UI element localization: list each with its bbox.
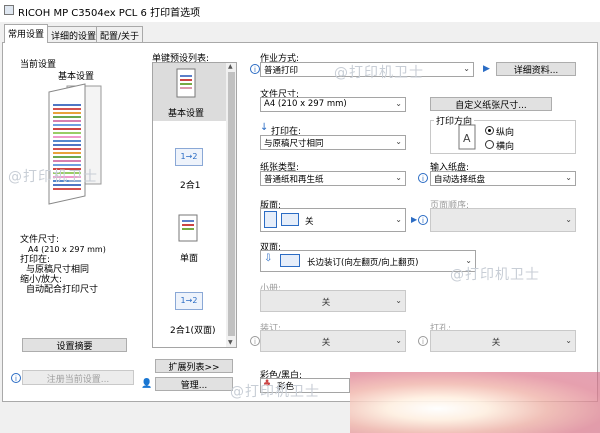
tab-config-about[interactable]: 配置/关于 bbox=[96, 26, 144, 42]
chevron-down-icon: ⌄ bbox=[565, 215, 572, 224]
info-icon[interactable]: i bbox=[250, 64, 260, 74]
current-settings-heading: 当前设置 bbox=[20, 60, 57, 70]
single-page-layout-icon bbox=[264, 211, 277, 228]
portrait-option-label[interactable]: 纵向 bbox=[496, 125, 514, 138]
paper-preview-icon bbox=[48, 83, 102, 205]
chevron-down-icon: ⌄ bbox=[395, 215, 402, 224]
chevron-down-icon: ⌄ bbox=[463, 64, 470, 73]
summary-line: 文件尺寸: bbox=[20, 235, 60, 245]
watermark-text: @打印机卫士 bbox=[8, 169, 98, 185]
paper-size-select[interactable]: A4 (210 x 297 mm) ⌄ bbox=[260, 97, 406, 112]
print-on-value: 与原稿尺寸相同 bbox=[264, 139, 324, 149]
play-arrow-icon: ▶ bbox=[483, 64, 490, 74]
photo-glare-overlay bbox=[350, 372, 600, 433]
down-arrow-icon: ↓ bbox=[260, 122, 269, 133]
chevron-down-icon: ⌄ bbox=[395, 99, 402, 108]
landscape-option-label[interactable]: 横向 bbox=[496, 139, 514, 152]
summary-line: 自动配合打印尺寸 bbox=[26, 285, 99, 295]
punch-value: 关 bbox=[491, 338, 501, 348]
tab-detailed[interactable]: 详细的设置 bbox=[47, 26, 101, 42]
duplex-value: 长边装订(向左翻页/向上翻页) bbox=[307, 258, 419, 268]
duplex-page-icon bbox=[280, 254, 300, 267]
binding-select[interactable]: 关 ⌄ bbox=[260, 330, 406, 352]
manage-button[interactable]: 管理... bbox=[155, 377, 233, 391]
info-icon[interactable]: i bbox=[418, 215, 428, 225]
info-icon[interactable]: i bbox=[250, 336, 260, 346]
tab-general[interactable]: 常用设置 bbox=[4, 24, 49, 43]
chevron-down-icon: ⌄ bbox=[395, 173, 402, 182]
preset-item-label[interactable]: 2合1(双面) bbox=[170, 323, 215, 336]
scrollbar-thumb[interactable] bbox=[228, 72, 235, 336]
play-arrow-icon: ▶ bbox=[411, 215, 418, 224]
scroll-up-icon[interactable]: ▲ bbox=[228, 63, 233, 70]
paper-size-value: A4 (210 x 297 mm) bbox=[264, 99, 347, 109]
printer-app-icon bbox=[4, 5, 14, 15]
watermark-text: @打印机卫士 bbox=[450, 267, 540, 283]
chevron-down-icon: ⌄ bbox=[395, 137, 402, 146]
chevron-down-icon: ⌄ bbox=[565, 173, 572, 182]
duplex-flip-icon: ⇩ bbox=[264, 253, 273, 264]
paper-type-value: 普通纸和再生纸 bbox=[264, 175, 324, 185]
landscape-radio[interactable] bbox=[485, 140, 494, 149]
title-bar: RICOH MP C3504ex PCL 6 打印首选项 bbox=[0, 0, 600, 22]
preset-item-label[interactable]: 单面 bbox=[180, 251, 198, 264]
svg-text:A: A bbox=[463, 132, 471, 145]
scroll-down-icon[interactable]: ▼ bbox=[228, 339, 233, 346]
paper-type-select[interactable]: 普通纸和再生纸 ⌄ bbox=[260, 171, 406, 186]
print-on-select[interactable]: 与原稿尺寸相同 ⌄ bbox=[260, 135, 406, 150]
basic-preset-icon bbox=[176, 68, 196, 98]
summary-line: 缩小/放大: bbox=[20, 275, 63, 285]
chevron-down-icon: ⌄ bbox=[565, 336, 572, 345]
custom-paper-size-button[interactable]: 自定义纸张尺寸... bbox=[430, 97, 552, 111]
details-button[interactable]: 详细资料... bbox=[496, 62, 576, 76]
input-tray-select[interactable]: 自动选择纸盘 ⌄ bbox=[430, 171, 576, 186]
single-sided-icon bbox=[178, 214, 198, 242]
input-tray-value: 自动选择纸盘 bbox=[434, 175, 486, 185]
watermark-text: @打印机卫士 bbox=[230, 384, 320, 400]
info-icon[interactable]: i bbox=[418, 336, 428, 346]
page-order-select[interactable]: ⌄ bbox=[430, 208, 576, 232]
portrait-page-icon: A bbox=[458, 124, 476, 150]
summary-line: 打印在: bbox=[20, 255, 51, 265]
preset-item-label[interactable]: 基本设置 bbox=[168, 106, 204, 119]
two-in-one-icon: 1→2 bbox=[175, 148, 203, 166]
preset-item-label[interactable]: 2合1 bbox=[180, 178, 200, 191]
watermark-text: @打印机卫士 bbox=[334, 65, 424, 81]
layout-value: 关 bbox=[305, 217, 314, 227]
settings-summary-button[interactable]: 设置摘要 bbox=[22, 338, 127, 352]
window-title: RICOH MP C3504ex PCL 6 打印首选项 bbox=[18, 8, 201, 19]
two-in-one-duplex-icon: 1→2 bbox=[175, 292, 203, 310]
current-summary: 文件尺寸: A4 (210 x 297 mm) 打印在: 与原稿尺寸相同 缩小/… bbox=[20, 235, 106, 295]
portrait-radio[interactable] bbox=[485, 126, 494, 135]
summary-line: 与原稿尺寸相同 bbox=[26, 265, 90, 275]
job-type-value: 普通打印 bbox=[264, 66, 299, 76]
expand-list-button[interactable]: 扩展列表>> bbox=[155, 359, 233, 373]
chevron-down-icon: ⌄ bbox=[395, 296, 402, 305]
info-icon[interactable]: i bbox=[418, 173, 428, 183]
user-icon: 👤 bbox=[141, 379, 153, 389]
info-icon[interactable]: i bbox=[11, 373, 21, 383]
summary-line: A4 (210 x 297 mm) bbox=[28, 245, 106, 254]
booklet-select[interactable]: 关 ⌄ bbox=[260, 290, 406, 312]
punch-select[interactable]: 关 ⌄ bbox=[430, 330, 576, 352]
chevron-down-icon: ⌄ bbox=[395, 336, 402, 345]
landscape-layout-icon bbox=[281, 213, 299, 226]
binding-value: 关 bbox=[321, 338, 331, 348]
booklet-value: 关 bbox=[321, 298, 331, 308]
register-current-settings-button[interactable]: 注册当前设置... bbox=[22, 370, 134, 385]
